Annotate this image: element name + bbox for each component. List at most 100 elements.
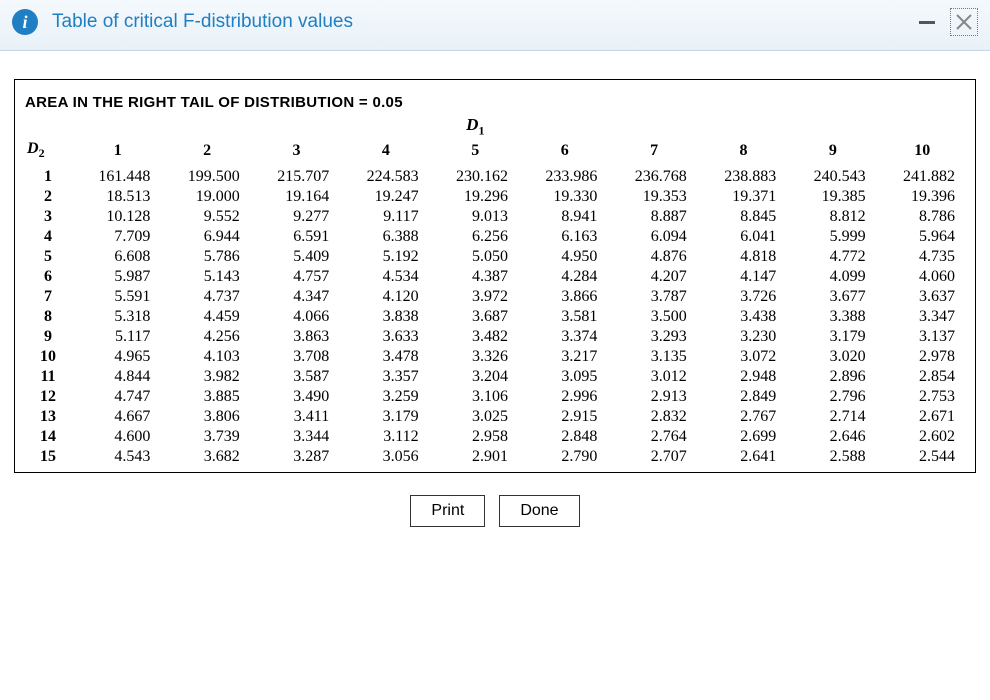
table-cell: 4.459 [162, 308, 251, 326]
table-cell: 4.147 [699, 268, 788, 286]
table-cell: 2.915 [520, 408, 609, 426]
d1-label: D1 [431, 115, 520, 138]
table-cell: 3.581 [520, 308, 609, 326]
d2-label: D2 [23, 140, 73, 166]
table-cell: 5.987 [73, 268, 162, 286]
table-cell: 6.256 [431, 228, 520, 246]
table-cell: 2.848 [520, 428, 609, 446]
table-cell: 4.066 [252, 308, 341, 326]
table-cell: 3.806 [162, 408, 251, 426]
table-cell: 238.883 [699, 168, 788, 186]
table-cell: 4.772 [788, 248, 877, 266]
table-cell: 3.095 [520, 368, 609, 386]
col-header: 2 [162, 140, 251, 166]
window-controls [916, 8, 978, 36]
table-cell: 3.478 [341, 348, 430, 366]
table-cell: 19.385 [788, 188, 877, 206]
dialog-button-row: Print Done [14, 495, 976, 527]
table-cell: 3.293 [609, 328, 698, 346]
table-cell: 3.587 [252, 368, 341, 386]
table-cell: 5.192 [341, 248, 430, 266]
table-cell: 2.913 [609, 388, 698, 406]
table-cell: 19.164 [252, 188, 341, 206]
done-button[interactable]: Done [499, 495, 579, 527]
table-cell: 3.500 [609, 308, 698, 326]
table-cell: 2.996 [520, 388, 609, 406]
table-cell: 3.866 [520, 288, 609, 306]
table-cell: 19.371 [699, 188, 788, 206]
table-cell: 215.707 [252, 168, 341, 186]
minimize-button[interactable] [916, 11, 938, 33]
row-label: 15 [23, 448, 73, 466]
table-cell: 2.958 [431, 428, 520, 446]
table-cell: 4.543 [73, 448, 162, 466]
col-header: 7 [609, 140, 698, 166]
col-header: 9 [788, 140, 877, 166]
table-cell: 19.296 [431, 188, 520, 206]
table-cell: 3.357 [341, 368, 430, 386]
table-cell: 2.978 [878, 348, 967, 366]
table-cell: 224.583 [341, 168, 430, 186]
table-cell: 3.056 [341, 448, 430, 466]
table-cell: 4.600 [73, 428, 162, 446]
row-label: 13 [23, 408, 73, 426]
table-cell: 2.602 [878, 428, 967, 446]
table-cell: 7.709 [73, 228, 162, 246]
table-cell: 4.818 [699, 248, 788, 266]
row-label: 8 [23, 308, 73, 326]
table-cell: 9.277 [252, 208, 341, 226]
dialog-titlebar: i Table of critical F-distribution value… [0, 0, 990, 51]
table-cell: 240.543 [788, 168, 877, 186]
col-header: 8 [699, 140, 788, 166]
table-cell: 6.591 [252, 228, 341, 246]
table-cell: 3.687 [431, 308, 520, 326]
table-cell: 3.326 [431, 348, 520, 366]
row-label: 4 [23, 228, 73, 246]
row-label: 11 [23, 368, 73, 386]
table-cell: 2.699 [699, 428, 788, 446]
table-cell: 2.753 [878, 388, 967, 406]
table-cell: 4.844 [73, 368, 162, 386]
table-cell: 5.999 [788, 228, 877, 246]
row-label: 10 [23, 348, 73, 366]
table-cell: 3.179 [788, 328, 877, 346]
table-cell: 3.204 [431, 368, 520, 386]
table-cell: 19.396 [878, 188, 967, 206]
table-cell: 4.347 [252, 288, 341, 306]
table-cell: 3.112 [341, 428, 430, 446]
table-cell: 230.162 [431, 168, 520, 186]
row-label: 2 [23, 188, 73, 206]
table-cell: 3.230 [699, 328, 788, 346]
row-label: 3 [23, 208, 73, 226]
close-button[interactable] [950, 8, 978, 36]
row-label: 14 [23, 428, 73, 446]
table-cell: 3.259 [341, 388, 430, 406]
table-cell: 3.374 [520, 328, 609, 346]
table-cell: 8.941 [520, 208, 609, 226]
table-cell: 5.318 [73, 308, 162, 326]
table-cell: 6.041 [699, 228, 788, 246]
table-cell: 2.901 [431, 448, 520, 466]
table-cell: 6.163 [520, 228, 609, 246]
close-icon [954, 12, 974, 32]
table-cell: 3.490 [252, 388, 341, 406]
table-cell: 10.128 [73, 208, 162, 226]
table-cell: 241.882 [878, 168, 967, 186]
row-label: 6 [23, 268, 73, 286]
table-cell: 3.863 [252, 328, 341, 346]
table-cell: 2.646 [788, 428, 877, 446]
table-cell: 2.790 [520, 448, 609, 466]
table-cell: 199.500 [162, 168, 251, 186]
table-cell: 3.287 [252, 448, 341, 466]
info-icon: i [12, 9, 38, 35]
title-left: i Table of critical F-distribution value… [12, 9, 353, 35]
table-cell: 3.012 [609, 368, 698, 386]
table-cell: 4.387 [431, 268, 520, 286]
print-button[interactable]: Print [410, 495, 485, 527]
table-cell: 5.050 [431, 248, 520, 266]
table-cell: 4.735 [878, 248, 967, 266]
table-cell: 3.726 [699, 288, 788, 306]
table-cell: 2.544 [878, 448, 967, 466]
table-cell: 4.950 [520, 248, 609, 266]
minimize-icon [919, 21, 935, 24]
